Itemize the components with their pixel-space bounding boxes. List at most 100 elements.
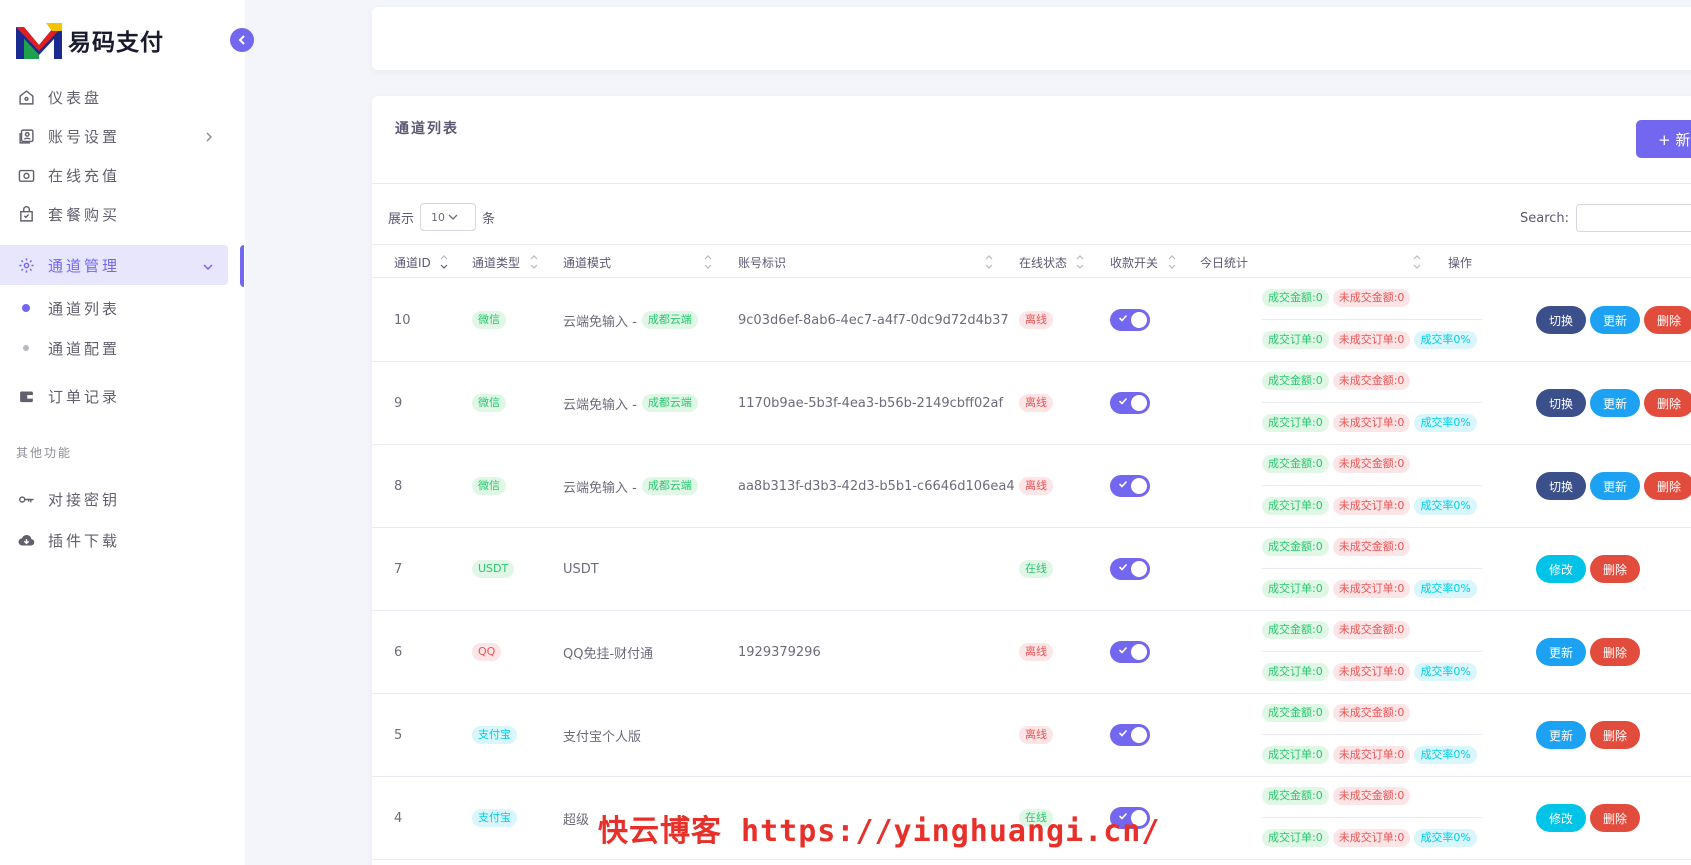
sidebar-subitem-label: 通道配置 [48, 339, 121, 358]
sidebar-collapse-button[interactable] [230, 28, 254, 52]
delete-button[interactable]: 删除 [1644, 306, 1691, 334]
table-row: 7 USDT USDT 在线 成交金额:0 未成交金额:0 成交订单:0 未成交订单:… [372, 528, 1691, 611]
stat-done-orders: 成交订单:0 [1262, 746, 1329, 764]
update-button[interactable]: 更新 [1536, 638, 1587, 666]
sidebar-item-api-key[interactable]: 对接密钥 [0, 479, 228, 519]
collect-toggle[interactable] [1110, 724, 1150, 746]
mode-badge: 成都云端 [641, 311, 698, 329]
edit-button[interactable]: 修改 [1536, 804, 1587, 832]
switch-button[interactable]: 切换 [1536, 472, 1587, 500]
search-input[interactable] [1576, 204, 1691, 232]
delete-button[interactable]: 删除 [1644, 472, 1691, 500]
cell-status: 离线 [1019, 445, 1053, 527]
cell-mode: 支付宝个人版 [563, 694, 641, 776]
sidebar-item-dashboard[interactable]: 仪表盘 [0, 77, 228, 117]
column-header[interactable]: 账号标识 [738, 245, 786, 279]
stat-undone-amount: 未成交金额:0 [1332, 621, 1411, 639]
sort-icon[interactable] [439, 253, 449, 271]
switch-button[interactable]: 切换 [1536, 389, 1587, 417]
sort-icon[interactable] [703, 253, 713, 271]
page-size-select[interactable]: 10 [420, 203, 477, 231]
column-header[interactable]: 通道ID [394, 245, 431, 279]
collect-toggle[interactable] [1110, 475, 1150, 497]
stat-done-orders: 成交订单:0 [1262, 414, 1329, 432]
collect-toggle[interactable] [1110, 309, 1150, 331]
update-button[interactable]: 更新 [1590, 306, 1641, 334]
stat-undone-orders: 未成交订单:0 [1332, 746, 1411, 764]
collect-toggle[interactable] [1110, 392, 1150, 414]
top-navbar [372, 7, 1691, 70]
stat-done-amount: 成交金额:0 [1262, 621, 1329, 639]
logo-icon [16, 21, 62, 59]
sidebar-item-channel-management[interactable]: 通道管理 [0, 245, 228, 285]
cell-status: 在线 [1019, 528, 1053, 610]
column-header[interactable]: 操作 [1448, 245, 1472, 279]
cloud-download-icon [17, 531, 35, 549]
sort-icon[interactable] [984, 253, 994, 271]
status-badge: 离线 [1019, 394, 1053, 412]
type-badge: 支付宝 [472, 809, 517, 827]
update-button[interactable]: 更新 [1590, 472, 1641, 500]
stat-undone-amount: 未成交金额:0 [1332, 538, 1411, 556]
cell-id: 7 [394, 561, 403, 577]
delete-button[interactable]: 删除 [1644, 389, 1691, 417]
sidebar-subitem-channel-config[interactable]: 通道配置 [0, 330, 228, 366]
sort-icon[interactable] [1167, 253, 1177, 271]
mode-badge: 成都云端 [641, 477, 698, 495]
row-actions: 修改 删除 [1536, 528, 1641, 610]
stat-undone-orders: 未成交订单:0 [1332, 663, 1411, 681]
column-header[interactable]: 通道类型 [472, 245, 520, 279]
sidebar-item-plugin-download[interactable]: 插件下载 [0, 520, 228, 560]
status-badge: 离线 [1019, 726, 1053, 744]
stat-done-orders: 成交订单:0 [1262, 331, 1329, 349]
column-header[interactable]: 今日统计 [1200, 245, 1248, 279]
sidebar-subitem-channel-list[interactable]: 通道列表 [0, 290, 228, 326]
delete-button[interactable]: 删除 [1590, 555, 1641, 583]
sort-icon[interactable] [1075, 253, 1085, 271]
row-actions: 更新 删除 [1536, 694, 1641, 776]
cell-id: 10 [394, 312, 411, 328]
sort-icon[interactable] [529, 253, 539, 271]
cell-id: 9 [394, 395, 403, 411]
stat-rate: 成交率0% [1414, 414, 1477, 432]
gear-icon [17, 256, 35, 274]
collect-toggle[interactable] [1110, 558, 1150, 580]
table-header: 通道ID 通道类型 通道模式 账号标识 在线状态 收款开关 今日统计 操作 [372, 244, 1691, 278]
add-channel-button[interactable]: + 新 [1636, 120, 1691, 158]
table-row: 8 微信 云端免输入 - 成都云端 aa8b313f-d3b3-42d3-b5b1-c6… [372, 445, 1691, 528]
today-stats: 成交金额:0 未成交金额:0 成交订单:0 未成交订单:0 成交率0% [1262, 362, 1482, 444]
edit-button[interactable]: 修改 [1536, 555, 1587, 583]
chevron-down-icon [448, 214, 458, 220]
stat-undone-amount: 未成交金额:0 [1332, 704, 1411, 722]
chevron-right-icon [204, 129, 214, 147]
row-actions: 修改 删除 [1536, 777, 1641, 859]
column-header[interactable]: 通道模式 [563, 245, 611, 279]
mode-text: 云端免输入 - [563, 480, 637, 496]
home-icon [17, 88, 35, 106]
column-header[interactable]: 收款开关 [1110, 245, 1158, 279]
stat-undone-orders: 未成交订单:0 [1332, 497, 1411, 515]
collect-toggle[interactable] [1110, 641, 1150, 663]
delete-button[interactable]: 删除 [1590, 721, 1641, 749]
sidebar-item-orders[interactable]: 订单记录 [0, 376, 228, 416]
delete-button[interactable]: 删除 [1590, 638, 1641, 666]
sidebar-item-recharge[interactable]: 在线充值 [0, 155, 228, 195]
mode-text: 超级 [563, 812, 590, 828]
sidebar-item-account-settings[interactable]: 账号设置 [0, 116, 228, 156]
update-button[interactable]: 更新 [1536, 721, 1587, 749]
cell-id: 5 [394, 727, 403, 743]
today-stats: 成交金额:0 未成交金额:0 成交订单:0 未成交订单:0 成交率0% [1262, 445, 1482, 527]
column-header[interactable]: 在线状态 [1019, 245, 1067, 279]
cell-account: 1929379296 [738, 644, 821, 660]
stat-rate: 成交率0% [1414, 497, 1477, 515]
sidebar-item-package[interactable]: 套餐购买 [0, 194, 228, 234]
sort-icon[interactable] [1412, 253, 1422, 271]
delete-button[interactable]: 删除 [1590, 804, 1641, 832]
table-row: 6 QQ QQ免挂-财付通 1929379296 离线 成交金额:0 未成交金额:0 成… [372, 611, 1691, 694]
stat-undone-orders: 未成交订单:0 [1332, 580, 1411, 598]
update-button[interactable]: 更新 [1590, 389, 1641, 417]
mode-text: 云端免输入 - [563, 397, 637, 413]
brand-logo[interactable]: 易码支付 [16, 20, 164, 60]
switch-button[interactable]: 切换 [1536, 306, 1587, 334]
cell-mode: 云端免输入 - 成都云端 [563, 362, 698, 444]
